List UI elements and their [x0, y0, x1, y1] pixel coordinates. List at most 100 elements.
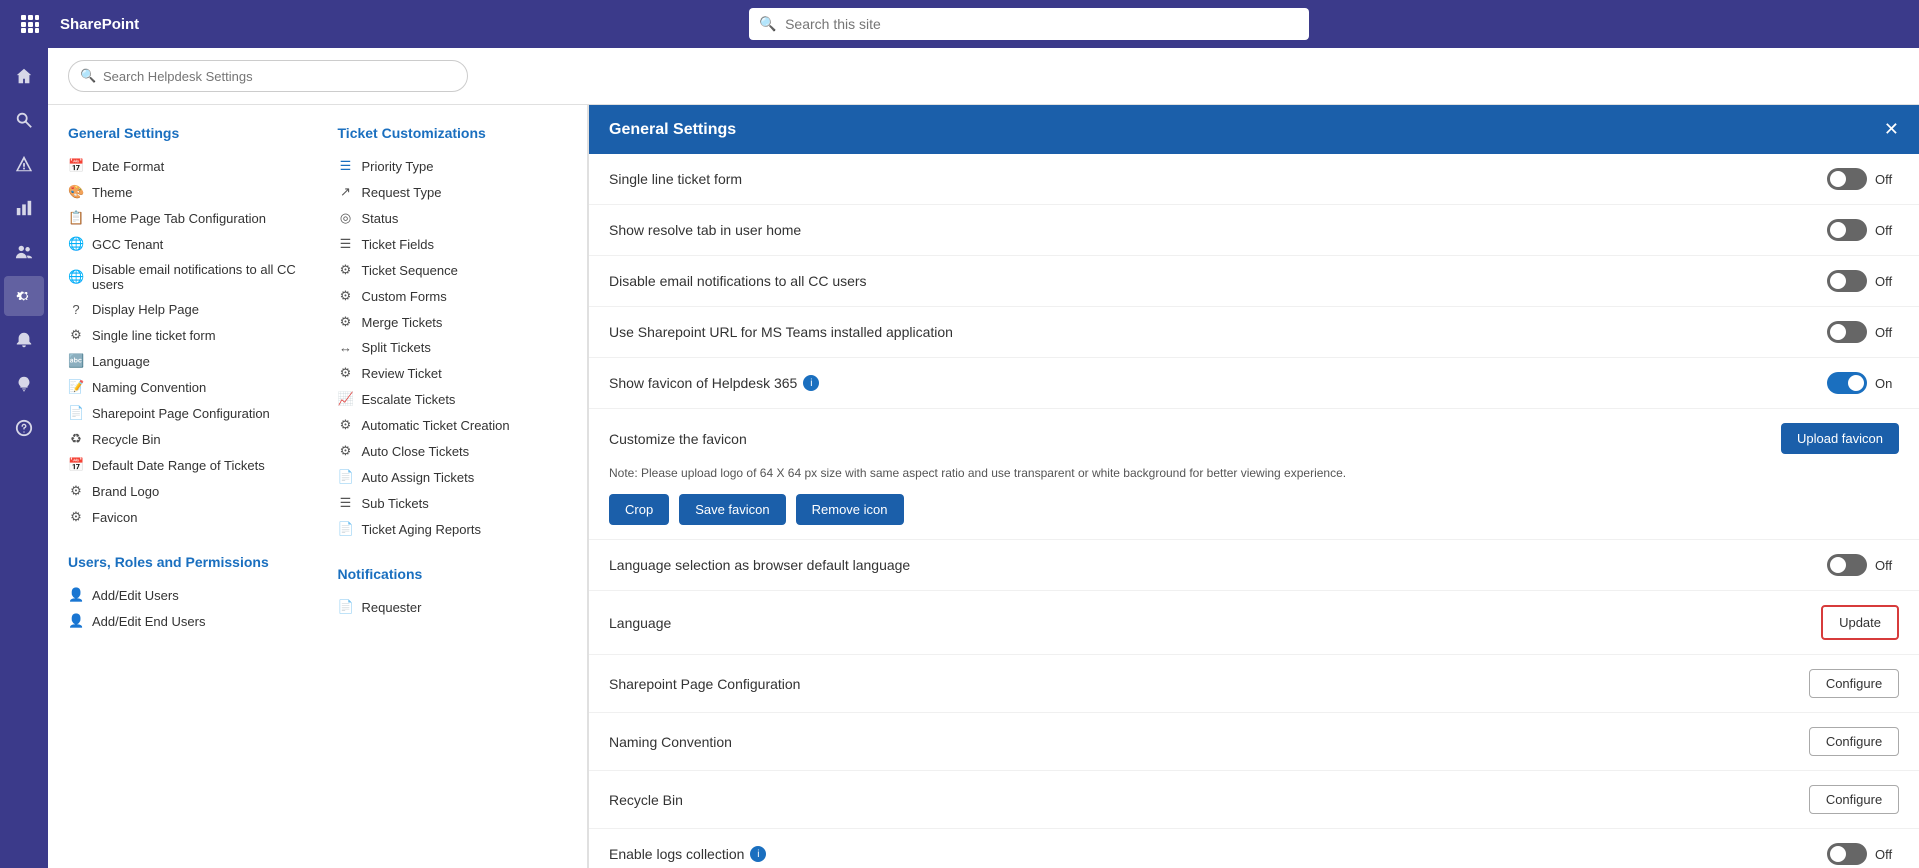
settings-item-automatic-ticket[interactable]: ⚙ Automatic Ticket Creation: [338, 412, 568, 438]
settings-item-sharepoint-page[interactable]: 📄 Sharepoint Page Configuration: [68, 400, 298, 426]
row-recycle-bin: Recycle Bin Configure: [589, 771, 1919, 829]
sidebar-icon-lightbulb[interactable]: [4, 364, 44, 404]
requester-icon: 📄: [338, 599, 354, 615]
resolve-tab-label: Show resolve tab in user home: [609, 222, 801, 238]
helpdesk-search-bar: 🔍: [48, 48, 1919, 105]
disable-email-toggle[interactable]: [1827, 270, 1867, 292]
settings-item-home-tab[interactable]: 📋 Home Page Tab Configuration: [68, 205, 298, 231]
language-browser-toggle-track: [1827, 554, 1867, 576]
sidebar-icon-help[interactable]: [4, 408, 44, 448]
status-icon: ◎: [338, 210, 354, 226]
settings-item-help-page[interactable]: ? Display Help Page: [68, 297, 298, 322]
settings-item-gcc[interactable]: 🌐 GCC Tenant: [68, 231, 298, 257]
home-tab-icon: 📋: [68, 210, 84, 226]
help-icon: ?: [68, 302, 84, 317]
settings-item-sub-tickets[interactable]: ☰ Sub Tickets: [338, 490, 568, 516]
disable-email-toggle-wrapper: Off: [1827, 270, 1899, 292]
remove-icon-button[interactable]: Remove icon: [796, 494, 904, 525]
settings-item-requester[interactable]: 📄 Requester: [338, 594, 568, 620]
settings-item-label: Add/Edit End Users: [92, 614, 205, 629]
fields-icon: ☰: [338, 236, 354, 252]
panel-close-button[interactable]: ✕: [1884, 119, 1899, 140]
settings-item-date-format[interactable]: 📅 Date Format: [68, 153, 298, 179]
settings-item-date-range[interactable]: 📅 Default Date Range of Tickets: [68, 452, 298, 478]
settings-item-review-ticket[interactable]: ⚙ Review Ticket: [338, 360, 568, 386]
settings-item-merge-tickets[interactable]: ⚙ Merge Tickets: [338, 309, 568, 335]
settings-item-escalate-tickets[interactable]: 📈 Escalate Tickets: [338, 386, 568, 412]
settings-item-ticket-sequence[interactable]: ⚙ Ticket Sequence: [338, 257, 568, 283]
panel-header: General Settings ✕: [589, 105, 1919, 154]
recycle-icon: ♻: [68, 431, 84, 447]
settings-item-auto-close[interactable]: ⚙ Auto Close Tickets: [338, 438, 568, 464]
naming-configure-button[interactable]: Configure: [1809, 727, 1899, 756]
settings-item-language[interactable]: 🔤 Language: [68, 348, 298, 374]
settings-item-recycle-bin[interactable]: ♻ Recycle Bin: [68, 426, 298, 452]
notifications-title: Notifications: [338, 566, 568, 582]
settings-item-ticket-fields[interactable]: ☰ Ticket Fields: [338, 231, 568, 257]
app-logo: SharePoint: [60, 16, 139, 33]
sidebar-icon-people[interactable]: [4, 232, 44, 272]
ticket-customizations-title: Ticket Customizations: [338, 125, 568, 141]
settings-item-label: Request Type: [362, 185, 442, 200]
row-sharepoint-url: Use Sharepoint URL for MS Teams installe…: [589, 307, 1919, 358]
aging-icon: 📄: [338, 521, 354, 537]
settings-item-theme[interactable]: 🎨 Theme: [68, 179, 298, 205]
crop-button[interactable]: Crop: [609, 494, 669, 525]
settings-item-label: Ticket Fields: [362, 237, 434, 252]
sidebar-icon-notification[interactable]: [4, 320, 44, 360]
favicon-toggle-wrapper: On: [1827, 372, 1899, 394]
settings-item-label: Home Page Tab Configuration: [92, 211, 266, 226]
favicon-label: Show favicon of Helpdesk 365 i: [609, 375, 819, 391]
auto-assign-icon: 📄: [338, 469, 354, 485]
sidebar-icon-settings[interactable]: [4, 276, 44, 316]
favicon-info-icon[interactable]: i: [803, 375, 819, 391]
helpdesk-search-input[interactable]: [68, 60, 468, 92]
single-line-toggle[interactable]: [1827, 168, 1867, 190]
top-search-icon: 🔍: [759, 16, 776, 33]
settings-item-priority-type[interactable]: ☰ Priority Type: [338, 153, 568, 179]
sidebar-icon-home[interactable]: [4, 56, 44, 96]
language-update-button[interactable]: Update: [1821, 605, 1899, 640]
settings-item-brand-logo[interactable]: ⚙ Brand Logo: [68, 478, 298, 504]
settings-item-status[interactable]: ◎ Status: [338, 205, 568, 231]
row-sharepoint-page-config: Sharepoint Page Configuration Configure: [589, 655, 1919, 713]
split-icon: ↔: [338, 340, 354, 355]
settings-item-auto-assign[interactable]: 📄 Auto Assign Tickets: [338, 464, 568, 490]
top-search-container: 🔍: [749, 8, 1309, 40]
sharepoint-configure-button[interactable]: Configure: [1809, 669, 1899, 698]
sharepoint-page-label: Sharepoint Page Configuration: [609, 676, 800, 692]
settings-item-split-tickets[interactable]: ↔ Split Tickets: [338, 335, 568, 360]
save-favicon-button[interactable]: Save favicon: [679, 494, 785, 525]
settings-item-favicon[interactable]: ⚙ Favicon: [68, 504, 298, 530]
settings-item-request-type[interactable]: ↗ Request Type: [338, 179, 568, 205]
settings-item-naming[interactable]: 📝 Naming Convention: [68, 374, 298, 400]
settings-item-custom-forms[interactable]: ⚙ Custom Forms: [338, 283, 568, 309]
settings-item-label: Display Help Page: [92, 302, 199, 317]
settings-item-disable-email[interactable]: 🌐 Disable email notifications to all CC …: [68, 257, 298, 297]
favicon-toggle[interactable]: [1827, 372, 1867, 394]
upload-favicon-button[interactable]: Upload favicon: [1781, 423, 1899, 454]
settings-item-ticket-aging[interactable]: 📄 Ticket Aging Reports: [338, 516, 568, 542]
top-search-input[interactable]: [749, 8, 1309, 40]
settings-item-add-edit-end-users[interactable]: 👤 Add/Edit End Users: [68, 608, 298, 634]
grid-icon[interactable]: [16, 10, 44, 38]
sp-page-icon: 📄: [68, 405, 84, 421]
sidebar-icon-search[interactable]: [4, 100, 44, 140]
language-browser-toggle[interactable]: [1827, 554, 1867, 576]
settings-item-single-line[interactable]: ⚙ Single line ticket form: [68, 322, 298, 348]
sidebar-icon-alert[interactable]: [4, 144, 44, 184]
favicon-action-buttons: Crop Save favicon Remove icon: [609, 494, 1899, 525]
sharepoint-url-toggle[interactable]: [1827, 321, 1867, 343]
sidebar-icon-chart[interactable]: [4, 188, 44, 228]
settings-menu: General Settings 📅 Date Format 🎨 Theme 📋…: [48, 105, 588, 868]
sharepoint-url-toggle-label: Off: [1875, 325, 1899, 340]
recycle-configure-button[interactable]: Configure: [1809, 785, 1899, 814]
row-naming-convention: Naming Convention Configure: [589, 713, 1919, 771]
settings-item-label: Review Ticket: [362, 366, 442, 381]
panel-title: General Settings: [609, 121, 736, 139]
resolve-tab-toggle[interactable]: [1827, 219, 1867, 241]
single-line-toggle-thumb: [1830, 171, 1846, 187]
settings-item-add-edit-users[interactable]: 👤 Add/Edit Users: [68, 582, 298, 608]
logs-info-icon[interactable]: i: [750, 846, 766, 862]
enable-logs-toggle[interactable]: [1827, 843, 1867, 865]
